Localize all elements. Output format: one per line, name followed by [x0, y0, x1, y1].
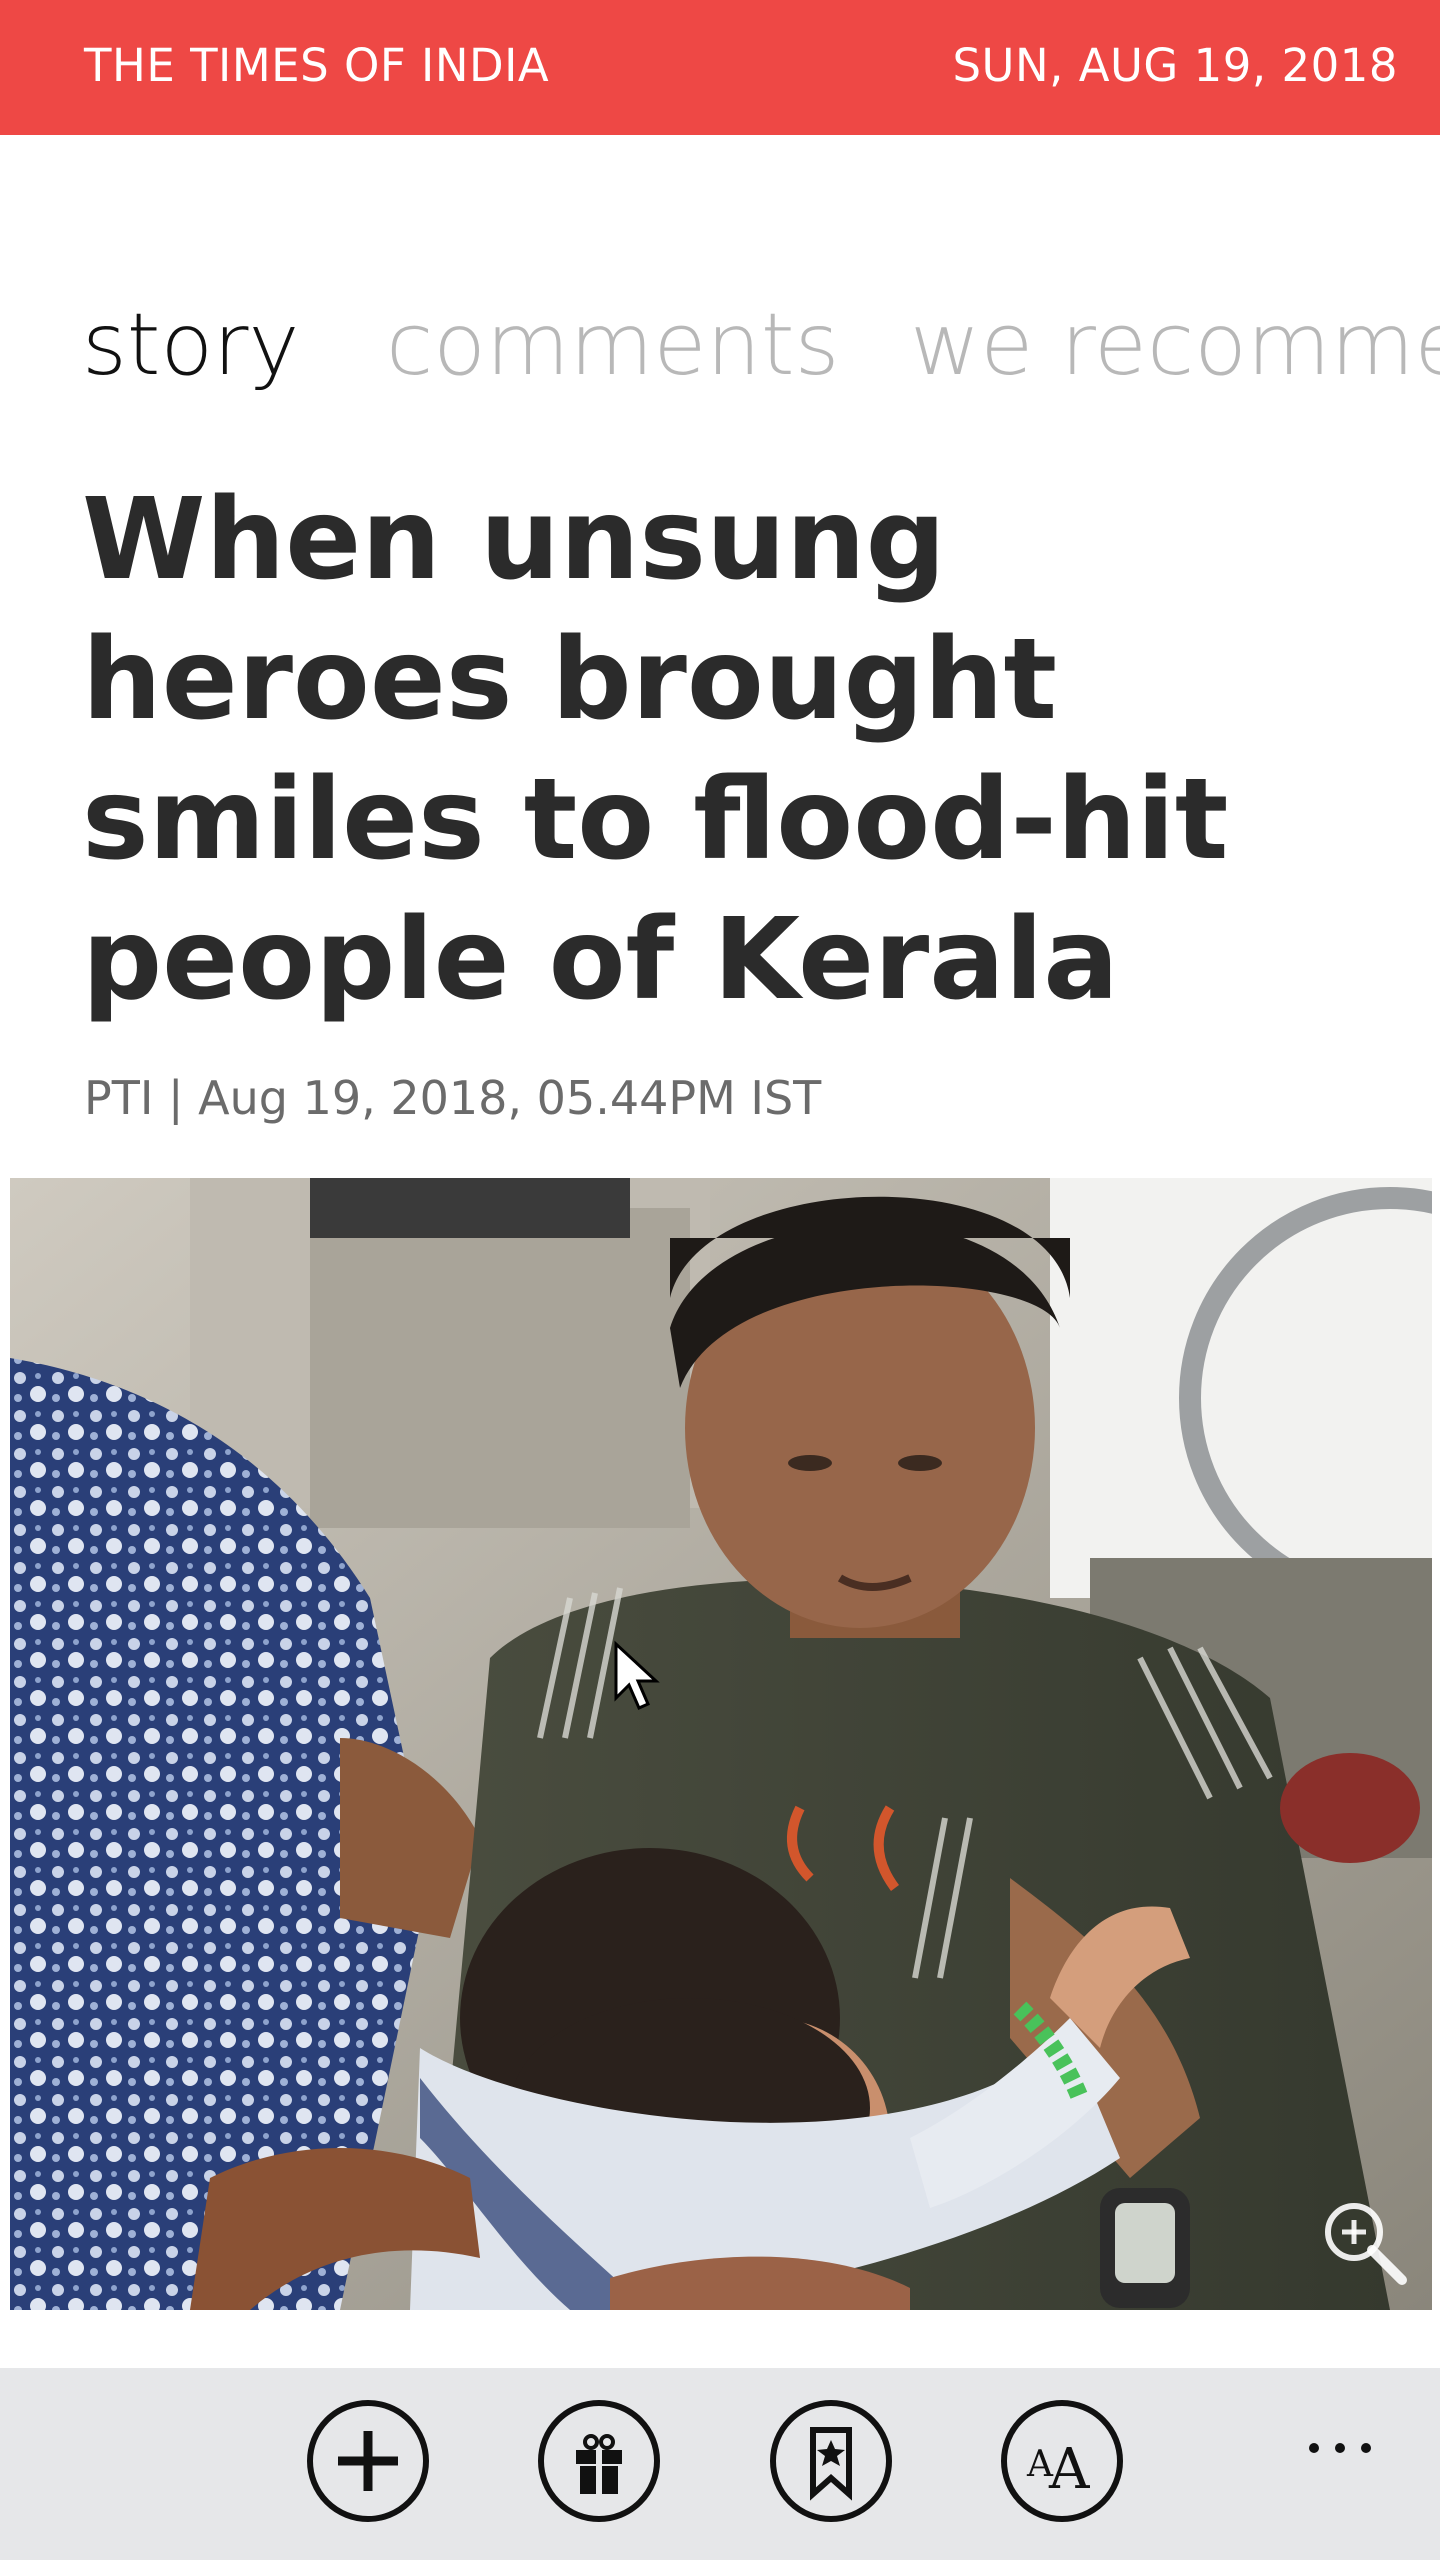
add-button[interactable] [305, 2398, 431, 2524]
photo-illustration [10, 1178, 1432, 2310]
mouse-pointer-icon [614, 1640, 660, 1710]
add-icon [307, 2400, 429, 2522]
article-photo[interactable] [10, 1178, 1432, 2310]
tab-story[interactable]: story [82, 290, 299, 400]
app-title: THE TIMES OF INDIA [84, 39, 550, 92]
font-size-icon: A A [1001, 2400, 1123, 2522]
tab-comments[interactable]: comments [386, 290, 839, 400]
article-byline: PTI | Aug 19, 2018, 05.44PM IST [84, 1071, 822, 1125]
tab-we-recommend[interactable]: we recommend [910, 290, 1440, 400]
more-button[interactable] [1300, 2408, 1380, 2488]
article-headline: When unsung heroes brought smiles to flo… [82, 475, 1229, 1025]
app-header: THE TIMES OF INDIA SUN, AUG 19, 2018 [0, 0, 1440, 135]
photo-zoom-button[interactable] [1314, 2192, 1414, 2292]
article-screen: THE TIMES OF INDIA SUN, AUG 19, 2018 sto… [0, 0, 1440, 2560]
header-date: SUN, AUG 19, 2018 [952, 39, 1398, 92]
bookmark-icon [770, 2400, 892, 2522]
svg-text:A: A [1048, 2437, 1090, 2502]
font-size-button[interactable]: A A [999, 2398, 1125, 2524]
gift-button[interactable] [536, 2398, 662, 2524]
pivot-tabs: story comments we recommend [0, 290, 1440, 410]
more-ellipsis-icon [1309, 2443, 1371, 2453]
zoom-in-icon [1325, 2203, 1407, 2285]
bookmark-button[interactable] [768, 2398, 894, 2524]
gift-icon [538, 2400, 660, 2522]
app-bar: A A [0, 2368, 1440, 2560]
